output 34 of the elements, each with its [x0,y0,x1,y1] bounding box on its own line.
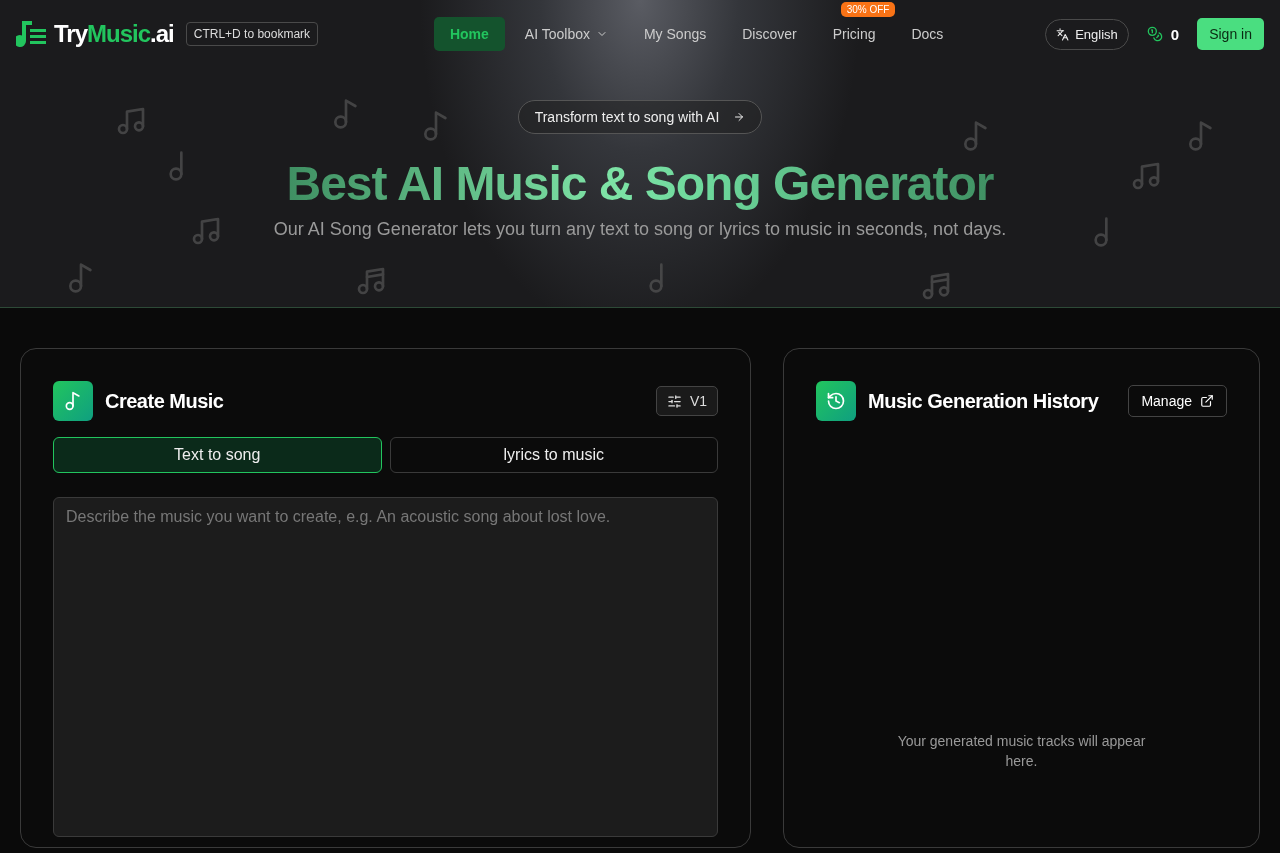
external-link-icon [1200,394,1214,408]
nav-link[interactable]: Docs [895,17,960,51]
feature-link[interactable]: Transform text to song with AI [517,100,763,134]
prompt-field[interactable]: Describe the music you want to create, e.g. An acoustic song about lost love. [53,497,718,837]
music-note-icon [920,270,952,302]
translate-icon [1056,27,1070,41]
nav-link[interactable]: Pricing [816,17,892,51]
music-note-icon [355,265,387,297]
discount-badge: 30% OFF [840,2,896,17]
sign-in-button[interactable]: Sign in [1197,18,1264,50]
logo-text[interactable]: TryMusic.ai [54,20,174,48]
mode-tab[interactable]: Text to song [53,437,382,473]
coins-icon [1146,26,1163,42]
bookmark-hint: CTRL+D to bookmark [185,22,319,46]
credits-count: 0 [1170,25,1180,43]
hero-subtitle: Our AI Song Generator lets you turn any text to song or lyrics to music in seconds, not days. [273,219,1007,240]
logo-icon [16,19,48,49]
music-note-icon [115,105,147,137]
mode-tab[interactable]: lyrics to music [389,437,718,473]
nav-link[interactable]: My Songs [627,17,723,51]
manage-button[interactable]: Manage [1128,385,1227,417]
empty-message: Your generated music tracks will appear here. [896,732,1147,771]
nav-link[interactable]: AI Toolbox [508,17,624,51]
nav-link[interactable]: Home [433,17,505,51]
music-note-icon [1130,160,1162,192]
music-note-icon [53,381,93,421]
arrow-right-icon [733,111,746,123]
music-note-icon [190,215,222,247]
sliders-icon [666,393,682,409]
nav-link[interactable]: Discover [726,17,813,51]
panel-title: Music Generation History [868,389,1099,413]
version-button[interactable]: V1 [655,386,718,416]
history-icon [816,381,856,421]
panel-title: Create Music [105,389,224,413]
